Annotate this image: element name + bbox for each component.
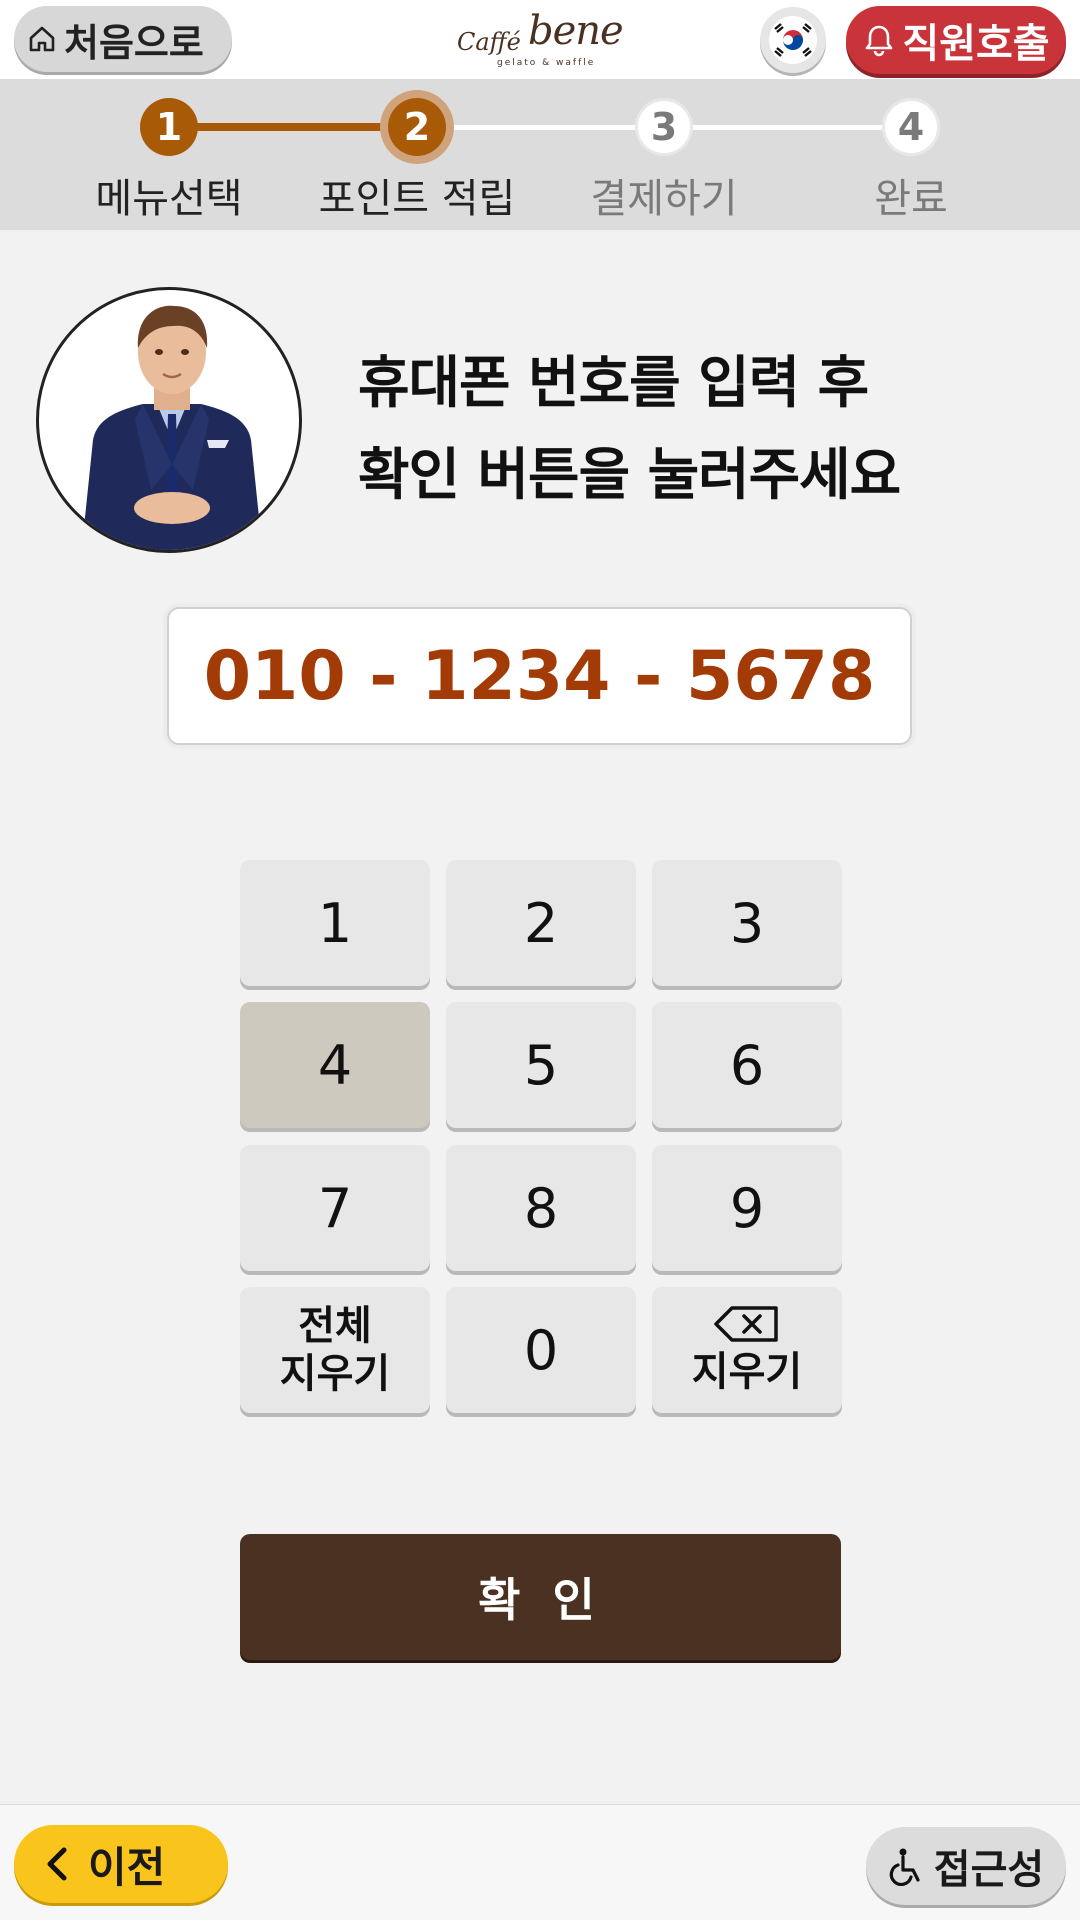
key-label: 6 [729, 1033, 765, 1097]
step-4-number: 4 [897, 105, 925, 149]
keypad-key-6[interactable]: 6 [652, 1002, 842, 1128]
logo-text-small: Caffé [457, 28, 521, 56]
home-button-label: 처음으로 [64, 20, 204, 65]
confirm-button-label: 확 인 [478, 1573, 603, 1627]
step-2-label: 포인트 적립 [318, 176, 516, 222]
brand-logo: Caffé bene gelato & waffle [455, 6, 625, 72]
accessibility-button[interactable]: 접근성 [866, 1827, 1066, 1905]
wheelchair-icon [889, 1848, 920, 1886]
keypad-key-9[interactable]: 9 [652, 1145, 842, 1271]
step-1-number: 1 [155, 105, 183, 149]
logo-tagline: gelato & waffle [497, 58, 596, 68]
clear-all-button[interactable]: 전체 지우기 [240, 1287, 430, 1413]
home-icon [29, 26, 55, 52]
logo-text-large: bene [528, 8, 624, 54]
step-2-number: 2 [403, 105, 431, 149]
guide-avatar [36, 287, 302, 553]
key-label: 2 [523, 891, 559, 955]
previous-button[interactable]: 이전 [14, 1825, 228, 1903]
instruction-line-1: 휴대폰 번호를 입력 후 [358, 351, 869, 416]
call-staff-button[interactable]: 직원호출 [846, 6, 1066, 74]
clear-all-label-line-2: 지우기 [279, 1351, 391, 1397]
bell-icon [866, 25, 893, 57]
key-label: 9 [729, 1176, 765, 1240]
step-2-circle: 2 [388, 98, 446, 156]
backspace-button[interactable]: 지우기 [652, 1287, 842, 1413]
phone-number-value: 010 - 1234 - 5678 [203, 636, 876, 716]
backspace-icon [714, 1306, 778, 1342]
key-label: 8 [523, 1176, 559, 1240]
header-bar: 처음으로 Caffé bene gelato & waffle 직원호출 [0, 0, 1080, 80]
step-1-label: 메뉴선택 [95, 176, 243, 222]
step-indicator: 1 2 3 4 메뉴선택 포인트 적립 결제하기 완료 [0, 80, 1080, 230]
keypad-key-3[interactable]: 3 [652, 860, 842, 986]
key-label: 1 [317, 891, 353, 955]
step-3-number: 3 [650, 105, 678, 149]
key-label: 0 [523, 1318, 559, 1382]
instruction-text: 휴대폰 번호를 입력 후 확인 버튼을 눌러주세요 [358, 338, 901, 522]
step-4-label: 완료 [874, 176, 948, 222]
instruction-line-2: 확인 버튼을 눌러주세요 [358, 443, 901, 508]
step-1-circle: 1 [140, 98, 198, 156]
korea-flag-icon [769, 16, 817, 64]
confirm-button[interactable]: 확 인 [240, 1534, 841, 1660]
keypad-key-1[interactable]: 1 [240, 860, 430, 986]
footer-bar: 이전 접근성 [0, 1804, 1080, 1920]
clear-all-label-line-1: 전체 [298, 1303, 372, 1349]
step-3-label: 결제하기 [590, 176, 738, 222]
language-button[interactable] [760, 7, 826, 73]
previous-button-label: 이전 [88, 1842, 166, 1892]
backspace-label: 지우기 [691, 1349, 803, 1395]
home-button[interactable]: 처음으로 [14, 6, 232, 72]
accessibility-label: 접근성 [933, 1847, 1045, 1893]
key-label: 3 [729, 891, 765, 955]
chevron-left-icon [47, 1847, 67, 1881]
keypad-key-4[interactable]: 4 [240, 1002, 430, 1128]
call-staff-label: 직원호출 [902, 21, 1050, 67]
step-3-circle: 3 [635, 98, 693, 156]
step-4-circle: 4 [882, 98, 940, 156]
keypad-key-5[interactable]: 5 [446, 1002, 636, 1128]
key-label: 4 [317, 1033, 353, 1097]
avatar-figure [81, 305, 263, 550]
key-label: 5 [523, 1033, 559, 1097]
key-label: 7 [317, 1176, 353, 1240]
keypad-key-2[interactable]: 2 [446, 860, 636, 986]
phone-number-display: 010 - 1234 - 5678 [167, 607, 912, 745]
keypad-key-0[interactable]: 0 [446, 1287, 636, 1413]
step-connector-done [170, 123, 418, 131]
keypad-key-8[interactable]: 8 [446, 1145, 636, 1271]
keypad-key-7[interactable]: 7 [240, 1145, 430, 1271]
